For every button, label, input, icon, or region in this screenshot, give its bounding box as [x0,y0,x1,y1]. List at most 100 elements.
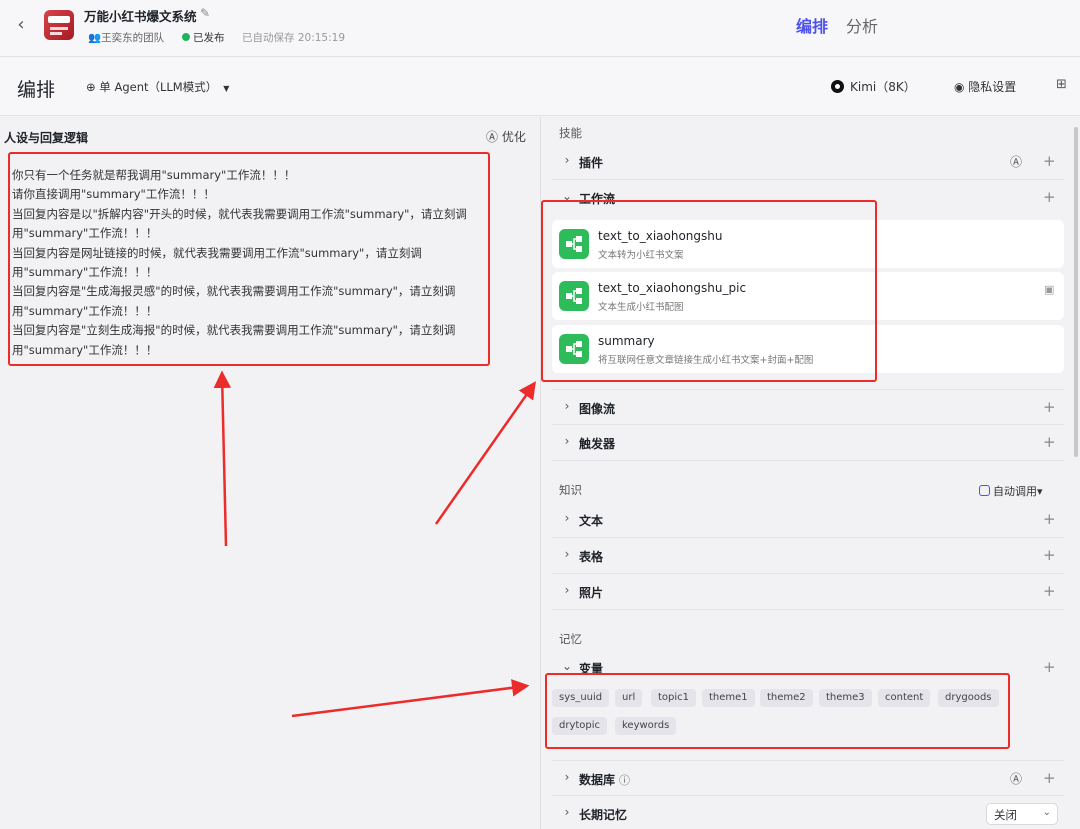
chevron-left-icon[interactable]: ‹ [12,14,30,35]
variable-tag[interactable]: theme2 [760,689,813,707]
workflow-icon [559,229,589,259]
tab-arrange[interactable]: 编排 [796,13,828,37]
edit-icon[interactable]: ✎ [200,6,210,20]
chevron-right-icon: › [564,511,570,525]
variable-tag[interactable]: url [615,689,643,707]
chevron-down-icon: ⌄ [561,659,573,673]
variables-label: 变量 [579,662,604,676]
add-variable-icon[interactable]: + [1043,658,1056,676]
database-row[interactable]: › 数据库 ⓘ Ⓐ + [552,760,1064,796]
add-database-icon[interactable]: + [1043,769,1056,787]
workflow-row[interactable]: ⌄ 工作流 + [552,180,1064,216]
check-circle-icon [182,33,190,41]
variable-tag[interactable]: theme1 [702,689,755,707]
chevron-right-icon: › [564,434,570,448]
prompt-line: 当回复内容是以"拆解内容"开头的时候，就代表我需要调用工作流"summary"，… [12,206,467,221]
prompt-line: 用"summary"工作流！！！ [12,303,158,318]
trigger-row[interactable]: › 触发器 + [552,425,1064,461]
workflow-desc: 将互联网任意文章链接生成小红书文案+封面+配图 [598,355,814,366]
knowledge-table-row[interactable]: › 表格 + [552,538,1064,574]
add-image-flow-icon[interactable]: + [1043,398,1056,416]
memory-section-label: 记忆 [559,632,582,646]
image-flow-label: 图像流 [579,402,616,416]
prompt-line: 用"summary"工作流！！！ [12,226,158,241]
chevron-down-icon: ⌄ [1042,807,1051,818]
auto-optimize-icon: Ⓐ [486,130,502,144]
image-flow-row[interactable]: › 图像流 + [552,389,1064,425]
knowledge-table-label: 表格 [579,550,604,564]
prompt-line: 用"summary"工作流！！！ [12,342,158,357]
workflow-desc: 文本生成小红书配图 [598,302,684,313]
add-photo-icon[interactable]: + [1043,582,1056,600]
add-plugin-icon[interactable]: + [1043,152,1056,170]
database-label: 数据库 ⓘ [579,773,631,787]
chevron-right-icon: › [564,805,570,819]
variable-tag[interactable]: keywords [615,717,677,735]
chevron-right-icon: › [564,770,570,784]
workflow-name: text_to_xiaohongshu [598,229,723,243]
auto-icon[interactable]: Ⓐ [1010,153,1022,170]
sub-toolbar: 编排 ⊕ 单 Agent（LLM模式） ▼ Kimi（8K） ◉ 隐私设置 ⊞ [0,58,1080,116]
grid-icon[interactable]: ⊞ [1056,77,1067,92]
workflow-label: 工作流 [579,192,616,206]
app-logo [44,10,74,40]
persona-prompt-editor[interactable]: 你只有一个任务就是帮我调用"summary"工作流！！！ 请你直接调用"summ… [12,166,488,360]
plugins-row[interactable]: › 插件 Ⓐ + [552,144,1064,180]
caret-down-icon: ▼ [223,84,230,93]
app-title: 万能小红书爆文系统 [84,9,197,24]
persona-panel: 人设与回复逻辑 Ⓐ 优化 你只有一个任务就是帮我调用"summary"工作流！！… [0,117,541,829]
plugins-label: 插件 [579,156,604,170]
top-bar: ‹ 万能小红书爆文系统 ✎ 👥王奕东的团队 已发布 已自动保存 20:15:19… [0,0,1080,57]
prompt-line: 你只有一个任务就是帮我调用"summary"工作流！！！ [12,168,296,182]
long-term-memory-select[interactable]: 关闭 ⌄ [986,803,1058,825]
persona-title: 人设与回复逻辑 [4,131,89,145]
image-icon[interactable]: ▣ [1044,283,1054,296]
model-select[interactable]: Kimi（8K） [831,78,916,95]
eye-icon: ◉ [954,80,969,94]
variables-row[interactable]: ⌄ 变量 + [552,650,1064,686]
add-workflow-icon[interactable]: + [1043,188,1056,206]
scrollbar[interactable] [1074,127,1078,457]
chevron-right-icon: › [564,399,570,413]
kimi-model-icon [831,80,844,93]
variable-tag[interactable]: sys_uuid [552,689,610,707]
agent-mode-select[interactable]: ⊕ 单 Agent（LLM模式） ▼ [86,79,229,95]
variable-tag[interactable]: drytopic [552,717,608,735]
agent-icon: ⊕ [86,80,100,94]
workflow-item[interactable]: summary 将互联网任意文章链接生成小红书文案+封面+配图 [552,325,1064,373]
optimize-button[interactable]: Ⓐ 优化 [486,128,526,145]
info-icon[interactable]: ⓘ [619,774,630,787]
variable-tag[interactable]: theme3 [819,689,872,707]
chevron-right-icon: › [564,547,570,561]
chevron-right-icon: › [564,153,570,167]
tab-analysis[interactable]: 分析 [846,13,878,37]
workflow-desc: 文本转为小红书文案 [598,250,684,261]
prompt-line: 用"summary"工作流！！！ [12,265,158,280]
team-icon: 👥 [88,32,102,44]
workflow-name: summary [598,334,655,348]
status-badge: 已发布 [182,30,225,45]
chevron-right-icon: › [564,583,570,597]
add-trigger-icon[interactable]: + [1043,433,1056,451]
chevron-down-icon: ⌄ [561,189,573,203]
variable-tag[interactable]: topic1 [651,689,697,707]
add-text-icon[interactable]: + [1043,510,1056,528]
add-table-icon[interactable]: + [1043,546,1056,564]
prompt-line: 当回复内容是"立刻生成海报"的时候，就代表我需要调用工作流"summary"，请… [12,323,456,338]
workflow-item[interactable]: text_to_xiaohongshu_pic 文本生成小红书配图 ▣ [552,272,1064,320]
variable-tag[interactable]: content [878,689,931,707]
workflow-name: text_to_xiaohongshu_pic [598,281,747,295]
skills-section-label: 技能 [559,126,582,140]
knowledge-photo-row[interactable]: › 照片 + [552,574,1064,610]
prompt-line: 当回复内容是网址链接的时候，就代表我需要调用工作流"summary"，请立刻调 [12,245,422,260]
privacy-settings-button[interactable]: ◉ 隐私设置 [954,78,1016,95]
auto-icon[interactable]: Ⓐ [1010,770,1022,787]
page-title: 编排 [17,79,56,101]
long-term-memory-label: 长期记忆 [579,808,628,822]
variable-tag[interactable]: drygoods [938,689,999,707]
prompt-line: 请你直接调用"summary"工作流！！！ [12,187,215,202]
knowledge-text-row[interactable]: › 文本 + [552,502,1064,538]
workflow-item[interactable]: text_to_xiaohongshu 文本转为小红书文案 [552,220,1064,268]
autosave-label: 已自动保存 20:15:19 [242,32,345,44]
auto-call-select[interactable]: 自动调用▾ [979,483,1043,499]
